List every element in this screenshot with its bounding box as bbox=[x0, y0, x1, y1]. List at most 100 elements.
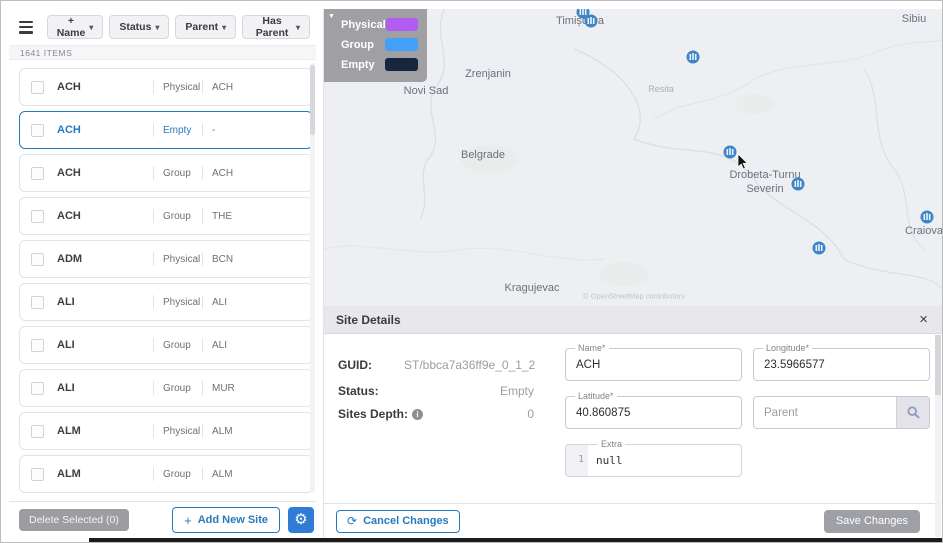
row-checkbox[interactable] bbox=[31, 381, 44, 395]
list-scrollbar[interactable] bbox=[310, 63, 315, 493]
filter-name-label: + Name bbox=[56, 15, 86, 39]
site-name: ALI bbox=[57, 296, 75, 308]
panel-title: Site Details bbox=[336, 312, 401, 327]
name-field[interactable]: Name* bbox=[565, 343, 742, 381]
site-parent: ALI bbox=[212, 296, 228, 308]
list-item[interactable]: ACH Group THE bbox=[19, 197, 313, 235]
list-item[interactable]: ACH Group ACH bbox=[19, 154, 313, 192]
site-name: ALM bbox=[57, 468, 81, 480]
site-name: ALM bbox=[57, 425, 81, 437]
site-name: ADM bbox=[57, 253, 83, 265]
scrollbar-thumb[interactable] bbox=[935, 335, 941, 395]
site-parent: BCN bbox=[212, 253, 234, 265]
site-parent: ACH bbox=[212, 81, 234, 93]
list-item[interactable]: ADM Physical BCN bbox=[19, 240, 313, 278]
add-new-site-button[interactable]: + Add New Site bbox=[172, 507, 280, 533]
close-icon[interactable]: × bbox=[919, 312, 928, 327]
row-checkbox[interactable] bbox=[31, 80, 44, 94]
longitude-field[interactable]: Longitude* bbox=[753, 343, 930, 381]
site-status: Group bbox=[163, 167, 191, 179]
menu-icon[interactable] bbox=[19, 20, 33, 34]
filter-hasparent-button[interactable]: Has Parent ▾ bbox=[242, 15, 310, 39]
site-status: Physical bbox=[163, 81, 201, 93]
latitude-input[interactable] bbox=[566, 397, 741, 428]
list-item[interactable]: ALI Group MUR bbox=[19, 369, 313, 407]
map-marker[interactable] bbox=[812, 241, 826, 255]
window-bottom-edge bbox=[89, 538, 942, 542]
reset-icon: ⟳ bbox=[347, 514, 358, 528]
extra-field[interactable]: Extra 1 null bbox=[565, 439, 742, 477]
latitude-field[interactable]: Latitude* bbox=[565, 391, 742, 429]
list-item[interactable]: ALM Group ALM bbox=[19, 455, 313, 493]
map-marker[interactable] bbox=[791, 177, 805, 191]
row-checkbox[interactable] bbox=[31, 252, 44, 266]
parent-search-button[interactable] bbox=[896, 397, 929, 428]
map-attribution: © OpenStreetMap contributors bbox=[583, 291, 685, 301]
legend-item-physical: Physical bbox=[341, 18, 418, 31]
map-marker[interactable] bbox=[686, 50, 700, 64]
row-checkbox[interactable] bbox=[31, 123, 44, 137]
site-status: Empty bbox=[163, 124, 192, 136]
site-name: ACH bbox=[57, 167, 81, 179]
map-canvas[interactable]: Timișoara Sibiu Zrenjanin Novi Sad Resit… bbox=[323, 9, 942, 306]
site-name: ACH bbox=[57, 124, 81, 136]
legend-collapse-icon[interactable]: ▼ bbox=[328, 13, 335, 20]
chevron-down-icon: ▾ bbox=[89, 22, 94, 32]
plus-icon: + bbox=[184, 512, 192, 528]
filter-name-button[interactable]: + Name ▾ bbox=[46, 15, 104, 39]
map-city-label: Resita bbox=[648, 84, 674, 94]
map-marker[interactable] bbox=[723, 145, 737, 159]
list-item[interactable]: ACH Physical ACH bbox=[19, 68, 313, 106]
legend-swatch-empty bbox=[385, 58, 418, 71]
details-scrollbar[interactable] bbox=[935, 335, 941, 537]
map-marker[interactable] bbox=[584, 14, 598, 28]
legend-label: Empty bbox=[341, 58, 375, 71]
extra-value[interactable]: null bbox=[596, 454, 623, 467]
filter-status-label: Status bbox=[119, 21, 152, 33]
site-status: Physical bbox=[163, 296, 201, 308]
items-count: 1641 ITEMS bbox=[9, 45, 316, 60]
longitude-input[interactable] bbox=[754, 349, 929, 380]
delete-selected-button[interactable]: Delete Selected (0) bbox=[19, 509, 129, 531]
search-icon bbox=[907, 406, 920, 419]
map-marker[interactable] bbox=[920, 210, 934, 224]
list-item-selected[interactable]: ACH Empty - bbox=[19, 111, 313, 149]
chevron-down-icon: ▾ bbox=[295, 22, 300, 32]
site-status: Group bbox=[163, 382, 191, 394]
settings-button[interactable]: ⚙ bbox=[288, 507, 314, 533]
name-input[interactable] bbox=[566, 349, 741, 380]
row-checkbox[interactable] bbox=[31, 467, 44, 481]
legend-swatch-group bbox=[385, 38, 418, 51]
filter-parent-button[interactable]: Parent ▾ bbox=[175, 15, 237, 39]
filter-hasparent-label: Has Parent bbox=[255, 15, 289, 39]
list-item[interactable]: ALI Physical ALI bbox=[19, 283, 313, 321]
sites-list[interactable]: ACH Physical ACH ACH Empty - ACH Group A… bbox=[9, 63, 316, 501]
filter-status-button[interactable]: Status ▾ bbox=[109, 15, 170, 39]
map-city-label: Belgrade bbox=[460, 149, 506, 161]
site-status: Physical bbox=[163, 253, 201, 265]
row-checkbox[interactable] bbox=[31, 295, 44, 309]
row-checkbox[interactable] bbox=[31, 338, 44, 352]
chevron-down-icon: ▾ bbox=[155, 22, 160, 32]
legend-label: Group bbox=[341, 38, 374, 51]
guid-label: GUID: bbox=[338, 358, 372, 372]
site-status: Physical bbox=[163, 425, 201, 437]
site-parent: ALM bbox=[212, 425, 233, 437]
parent-input[interactable] bbox=[754, 397, 896, 428]
row-checkbox[interactable] bbox=[31, 209, 44, 223]
site-parent: MUR bbox=[212, 382, 235, 394]
row-checkbox[interactable] bbox=[31, 424, 44, 438]
row-checkbox[interactable] bbox=[31, 166, 44, 180]
scrollbar-thumb[interactable] bbox=[310, 65, 315, 135]
mouse-cursor bbox=[737, 153, 749, 170]
site-parent: ACH bbox=[212, 167, 234, 179]
site-details-panel: Site Details × GUID: ST/bbca7a36ff9e_0_1… bbox=[323, 306, 942, 538]
save-changes-button[interactable]: Save Changes bbox=[823, 509, 920, 533]
cancel-changes-button[interactable]: ⟳ Cancel Changes bbox=[336, 509, 460, 533]
site-name: ALI bbox=[57, 382, 75, 394]
list-item[interactable]: ALI Group ALI bbox=[19, 326, 313, 364]
map-city-label: Novi Sad bbox=[403, 85, 449, 97]
legend-label: Physical bbox=[341, 18, 386, 31]
list-item[interactable]: ALM Physical ALM bbox=[19, 412, 313, 450]
parent-field[interactable] bbox=[753, 396, 930, 429]
